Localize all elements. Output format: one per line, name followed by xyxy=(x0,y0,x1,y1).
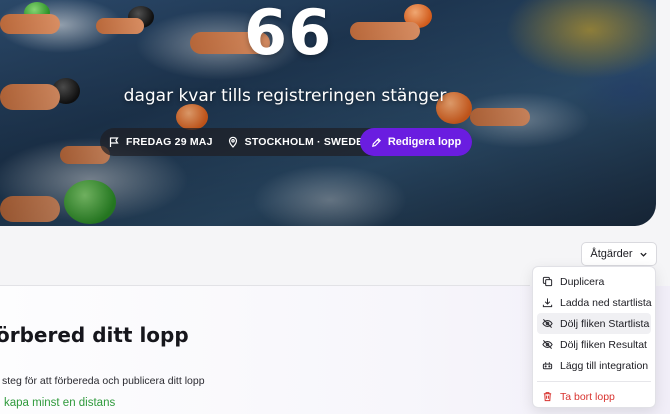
days-remaining-count: 66 xyxy=(244,0,333,69)
divider xyxy=(0,285,530,286)
plug-icon xyxy=(542,362,553,370)
edit-race-label: Redigera lopp xyxy=(387,136,462,148)
page-description: steg för att förbereda och publicera dit… xyxy=(2,375,205,387)
race-location-label: STOCKHOLM · SWEDEN xyxy=(244,136,372,148)
race-date: FREDAG 29 MAJ xyxy=(108,136,213,148)
pencil-icon xyxy=(371,137,381,147)
eye-off-icon xyxy=(542,340,553,349)
menu-item-hide-results-tab[interactable]: Dölj fliken Resultat xyxy=(537,334,651,355)
menu-item-delete-race[interactable]: Ta bort lopp xyxy=(537,386,651,407)
race-date-label: FREDAG 29 MAJ xyxy=(126,136,213,148)
menu-item-label: Ta bort lopp xyxy=(560,390,615,403)
trash-icon xyxy=(543,392,552,402)
menu-item-duplicate[interactable]: Duplicera xyxy=(537,271,651,292)
menu-item-label: Lägg till integration xyxy=(560,359,649,372)
edit-race-button[interactable]: Redigera lopp xyxy=(360,128,472,156)
registration-countdown-text: dagar kvar tills registreringen stänger xyxy=(123,86,447,106)
menu-divider xyxy=(537,381,651,382)
eye-off-icon xyxy=(542,319,553,328)
actions-dropdown-button[interactable]: Åtgärder xyxy=(581,242,657,266)
flag-icon xyxy=(109,137,119,147)
create-distance-link[interactable]: kapa minst en distans xyxy=(4,397,115,409)
menu-item-label: Duplicera xyxy=(560,275,605,288)
download-icon xyxy=(542,298,553,308)
menu-item-label: Ladda ned startlista xyxy=(560,296,652,309)
actions-label: Åtgärder xyxy=(590,248,633,260)
race-info-bar: FREDAG 29 MAJ STOCKHOLM · SWEDEN Rediger… xyxy=(100,128,472,156)
menu-item-add-integration[interactable]: Lägg till integration xyxy=(537,355,651,376)
page-title: örbered ditt lopp xyxy=(0,323,189,347)
race-location: STOCKHOLM · SWEDEN xyxy=(227,136,372,148)
menu-item-label: Dölj fliken Startlista xyxy=(560,317,650,330)
menu-item-download-startlist[interactable]: Ladda ned startlista xyxy=(537,292,652,313)
chevron-down-icon xyxy=(639,252,647,257)
hero-banner: 66 dagar kvar tills registreringen stäng… xyxy=(0,0,656,226)
actions-menu: Duplicera Ladda ned startlista Dölj flik… xyxy=(532,266,656,408)
menu-item-hide-startlist-tab[interactable]: Dölj fliken Startlista xyxy=(537,313,651,334)
copy-icon xyxy=(542,276,553,287)
location-pin-icon xyxy=(228,136,237,148)
menu-item-label: Dölj fliken Resultat xyxy=(560,338,647,351)
